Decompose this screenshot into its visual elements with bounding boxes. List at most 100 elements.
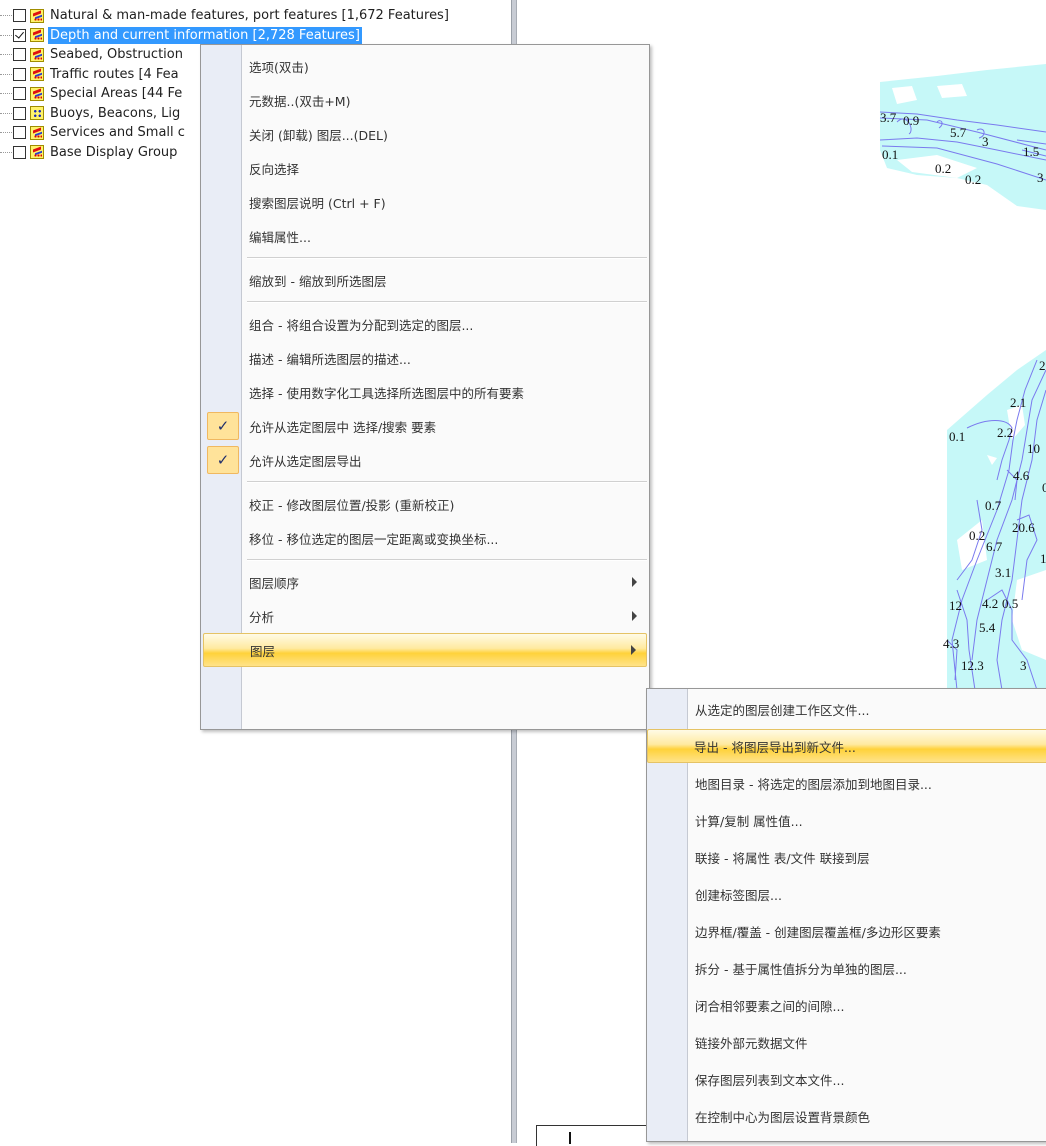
layer-context-menu: 选项(双击) 元数据..(双击+M) 关闭 (卸载) 图层...(DEL) 反向选择搜… [200, 44, 650, 730]
depth-label: 2. [1039, 358, 1046, 373]
layer-visibility-checkbox[interactable] [13, 145, 26, 159]
depth-label: 5.4 [979, 620, 996, 635]
menu-item[interactable]: 描述 - 编辑所选图层的描述... [203, 341, 647, 375]
layer-label[interactable]: Seabed, Obstruction [48, 46, 185, 63]
tree-connector [0, 93, 12, 94]
menu-item-label: 允许从选定图层中 选择/搜索 要素 [249, 419, 437, 435]
depth-label: 2.2 [997, 425, 1013, 440]
layer-row[interactable]: Natural & man-made features, port featur… [0, 6, 451, 25]
submenu-item-label: 在控制中心为图层设置背景颜色 [695, 1109, 871, 1125]
menu-item[interactable]: 移位 - 移位选定的图层一定距离或变换坐标... [203, 521, 647, 555]
layer-label[interactable]: Special Areas [44 Fe [48, 85, 184, 102]
menu-item[interactable]: 组合 - 将组合设置为分配到选定的图层... [203, 307, 647, 341]
submenu-item[interactable]: 创建标签图层... [649, 877, 1046, 911]
depth-label: 12 [949, 598, 962, 613]
depth-label: 0.2 [935, 161, 951, 176]
submenu-item[interactable]: 闭合相邻要素之间的间隙... [649, 988, 1046, 1022]
layer-visibility-checkbox[interactable] [13, 106, 26, 120]
submenu-item[interactable]: 链接外部元数据文件 [649, 1025, 1046, 1059]
menu-item-label: 图层顺序 [249, 575, 300, 591]
layer-visibility-checkbox[interactable] [13, 67, 26, 81]
layer-label[interactable]: Base Display Group [48, 144, 179, 161]
layer-row[interactable]: Depth and current information [2,728 Fea… [0, 26, 362, 45]
layer-row[interactable]: Special Areas [44 Fe [0, 84, 184, 103]
layer-row[interactable]: Services and Small c [0, 123, 187, 142]
layer-visibility-checkbox[interactable] [13, 126, 26, 139]
menu-item-label: 选项(双击) [249, 59, 309, 75]
submenu-item[interactable]: 保存图层列表到文本文件... [649, 1062, 1046, 1096]
depth-label: 0.9 [903, 113, 919, 128]
menu-separator [247, 481, 647, 483]
depth-label: 4.3 [943, 636, 959, 651]
depth-label: 1. [1040, 551, 1046, 566]
menu-item[interactable]: ✓ 允许从选定图层中 选择/搜索 要素 [203, 409, 647, 443]
area-layer-icon [30, 28, 44, 42]
menu-item[interactable]: 分析 [203, 599, 647, 633]
layer-visibility-checkbox[interactable] [13, 48, 26, 61]
submenu-item[interactable]: 联接 - 将属性 表/文件 联接到层 [649, 840, 1046, 874]
depth-label: 3 [982, 134, 989, 149]
submenu-arrow-icon [631, 645, 636, 655]
menu-item[interactable]: 选择 - 使用数字化工具选择所选图层中的所有要素 [203, 375, 647, 409]
layer-row[interactable]: Seabed, Obstruction [0, 45, 185, 64]
layer-row[interactable]: Buoys, Beacons, Lig [0, 104, 182, 123]
layer-visibility-checkbox[interactable] [13, 87, 26, 100]
submenu-arrow-icon [632, 577, 637, 587]
submenu-item[interactable]: 导出 - 将图层导出到新文件... [647, 729, 1046, 763]
layer-label[interactable]: Natural & man-made features, port featur… [48, 7, 451, 24]
depth-label: 6.7 [986, 539, 1003, 554]
menu-separator [247, 301, 647, 303]
menu-item-label: 搜索图层说明 (Ctrl + F) [249, 195, 386, 211]
layer-label[interactable]: Depth and current information [2,728 Fea… [48, 26, 362, 44]
layer-visibility-checkbox[interactable] [13, 9, 26, 22]
menu-item-label: 元数据..(双击+M) [249, 93, 351, 109]
menu-item[interactable]: 反向选择 [203, 151, 647, 185]
submenu-item[interactable]: 计算/复制 属性值... [649, 803, 1046, 837]
area-layer-icon [30, 67, 44, 81]
menu-item-label: 分析 [249, 609, 275, 625]
menu-item[interactable]: 元数据..(双击+M) [203, 83, 647, 117]
submenu-item[interactable]: 边界框/覆盖 - 创建图层覆盖框/多边形区要素 [649, 914, 1046, 948]
menu-item[interactable]: 编辑属性... [203, 219, 647, 253]
depth-label: 2.1 [1010, 395, 1026, 410]
submenu-item[interactable]: 从选定的图层创建工作区文件... [649, 692, 1046, 726]
menu-item[interactable]: 关闭 (卸载) 图层...(DEL) [203, 117, 647, 151]
menu-item[interactable]: 图层顺序 [203, 565, 647, 599]
checkmark-icon: ✓ [207, 446, 239, 474]
layer-row[interactable]: Base Display Group [0, 143, 179, 162]
layer-row[interactable]: Traffic routes [4 Fea [0, 65, 181, 84]
submenu-item[interactable]: 在控制中心为图层设置背景颜色 [649, 1099, 1046, 1133]
depth-label: 0.7 [985, 498, 1002, 513]
depth-label: 4.2 [982, 596, 998, 611]
menu-item-label: 移位 - 移位选定的图层一定距离或变换坐标... [249, 531, 499, 547]
submenu-item-label: 计算/复制 属性值... [695, 813, 803, 829]
submenu-item[interactable]: 拆分 - 基于属性值拆分为单独的图层... [649, 951, 1046, 985]
submenu-item-label: 地图目录 - 将选定的图层添加到地图目录... [695, 776, 932, 792]
menu-item[interactable]: ✓ 允许从选定图层导出 [203, 443, 647, 477]
submenu-item-label: 拆分 - 基于属性值拆分为单独的图层... [695, 961, 907, 977]
tree-connector [0, 112, 12, 114]
point-layer-icon [30, 106, 44, 120]
area-layer-icon [30, 125, 44, 140]
submenu-item-label: 导出 - 将图层导出到新文件... [694, 739, 856, 755]
depth-label: 10 [1027, 441, 1040, 456]
tree-connector [0, 151, 12, 153]
submenu-item-label: 边界框/覆盖 - 创建图层覆盖框/多边形区要素 [695, 924, 941, 940]
menu-item[interactable]: 选项(双击) [203, 49, 647, 83]
depth-label: 0.2 [965, 172, 981, 187]
submenu-item-label: 联接 - 将属性 表/文件 联接到层 [695, 850, 870, 866]
menu-item[interactable]: 缩放到 - 缩放到所选图层 [203, 263, 647, 297]
submenu-item-label: 链接外部元数据文件 [695, 1035, 808, 1051]
layer-label[interactable]: Services and Small c [48, 124, 187, 141]
layer-visibility-checkbox[interactable] [13, 28, 26, 42]
layer-label[interactable]: Buoys, Beacons, Lig [48, 105, 182, 122]
layer-label[interactable]: Traffic routes [4 Fea [48, 66, 181, 83]
menu-item[interactable]: 图层 [203, 633, 647, 667]
tree-connector [0, 15, 12, 16]
submenu-item[interactable]: 地图目录 - 将选定的图层添加到地图目录... [649, 766, 1046, 800]
menu-item[interactable]: 搜索图层说明 (Ctrl + F) [203, 185, 647, 219]
area-layer-icon [30, 8, 44, 23]
menu-item[interactable]: 校正 - 修改图层位置/投影 (重新校正) [203, 487, 647, 521]
tree-connector [0, 34, 12, 36]
depth-label: 12.3 [961, 658, 984, 673]
